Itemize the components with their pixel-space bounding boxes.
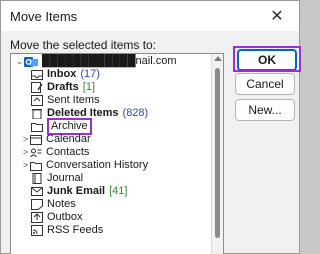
contacts-icon [30,147,42,158]
tree-account-row[interactable]: ⌄ ████████████nail.com [15,55,177,68]
folder-tree[interactable]: ⌄ ████████████nail.com Inbox (17) Drafts… [10,53,224,254]
junk-icon [31,186,43,197]
cancel-button[interactable]: Cancel [235,73,295,95]
tree-item-label: Contacts [46,146,90,158]
outbox-icon [31,212,43,223]
unread-count: (17) [80,68,100,80]
calendar-icon [30,134,42,145]
scroll-thumb[interactable] [215,68,220,238]
item-count: [1] [82,81,96,93]
tree-item-archive[interactable]: Archive [31,118,92,135]
tree-item-outbox[interactable]: Outbox [31,211,82,224]
folder-icon [31,121,43,132]
tree-item-contacts[interactable]: > Contacts [21,146,90,159]
tree-item-inbox[interactable]: Inbox (17) [31,68,100,81]
vertical-scrollbar[interactable] [211,54,223,254]
ok-button-highlight [233,46,301,72]
move-items-dialog: Move Items ✕ Move the selected items to:… [0,0,301,254]
tree-item-label: Notes [47,198,76,210]
account-label: ████████████nail.com [42,55,177,67]
tree-item-label: Conversation History [46,159,149,171]
tree-item-label: Sent Items [47,94,100,106]
rss-icon [31,225,43,236]
move-prompt-label: Move the selected items to: [10,38,157,52]
title-bar: Move Items ✕ [1,1,299,31]
inbox-icon [31,69,43,80]
expand-icon[interactable]: > [21,159,30,172]
trash-icon [31,108,43,119]
new-folder-button[interactable]: New... [235,99,295,121]
tree-item-label: Junk Email [47,185,106,197]
tree-item-label: RSS Feeds [47,224,104,236]
tree-item-sent-items[interactable]: Sent Items [31,94,100,107]
scroll-up-icon[interactable] [214,56,222,61]
notes-icon [31,199,43,210]
tree-item-notes[interactable]: Notes [31,198,76,211]
tree-item-journal[interactable]: Journal [31,172,83,185]
expand-icon[interactable]: > [21,146,30,159]
tree-item-drafts[interactable]: Drafts [1] [31,81,95,94]
expand-icon[interactable]: > [21,133,30,146]
tree-item-label: Outbox [47,211,83,223]
tree-item-label: Journal [47,172,84,184]
collapse-icon[interactable]: ⌄ [15,55,24,68]
unread-count: (828) [122,107,149,119]
close-icon[interactable]: ✕ [255,1,299,31]
folder-icon [30,160,42,171]
tree-item-conversation-history[interactable]: > Conversation History [21,159,148,172]
tree-item-rss-feeds[interactable]: RSS Feeds [31,224,103,237]
outlook-account-icon [24,56,38,67]
dialog-title: Move Items [10,9,78,24]
tree-item-label: Calendar [46,133,91,145]
drafts-icon [31,82,43,93]
tree-item-label: Inbox [47,68,77,80]
item-count: [41] [109,185,128,197]
sent-items-icon [31,95,43,106]
tree-item-junk-email[interactable]: Junk Email [41] [31,185,127,198]
tree-item-calendar[interactable]: > Calendar [21,133,91,146]
journal-icon [31,173,43,184]
tree-item-label: Drafts [47,81,79,93]
